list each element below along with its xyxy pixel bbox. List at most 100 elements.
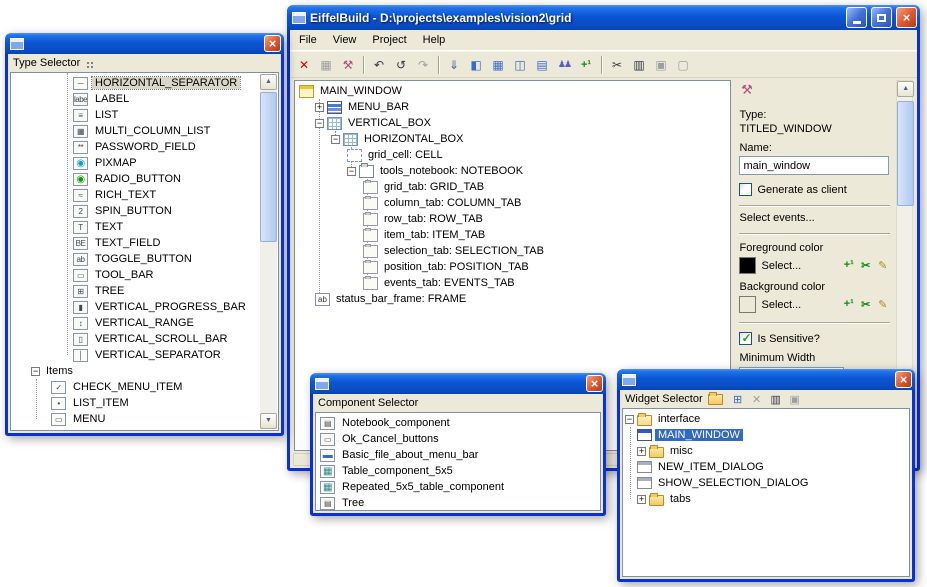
scroll-down-icon[interactable] [260,413,277,429]
type-row[interactable]: 2 SPIN_BUTTON [11,203,278,219]
scrollbar-thumb[interactable] [897,101,914,206]
close-button[interactable] [586,375,603,392]
scroll-up-icon[interactable] [260,74,277,90]
close-button[interactable] [895,371,912,388]
type-row[interactable]: ▯ VERTICAL_SCROLL_BAR [11,331,278,347]
scissors-icon[interactable]: ✂ [858,298,873,311]
add-constant-icon[interactable]: +¹ [576,55,596,75]
component-row[interactable]: ▭ Ok_Cancel_buttons [316,431,600,447]
collapse-icon[interactable] [31,367,40,376]
type-row[interactable]: ▮ VERTICAL_PROGRESS_BAR [11,299,278,315]
component-row[interactable]: ▬ Basic_file_about_menu_bar [316,447,600,463]
tree-row[interactable]: selection_tab: SELECTION_TAB [295,243,730,259]
component-row[interactable]: ▤ Tree [316,495,600,511]
generate-client-checkbox[interactable]: Generate as client [739,183,890,196]
tree-row[interactable]: item_tab: ITEM_TAB [295,227,730,243]
add-widget-icon[interactable]: ⊞ [731,393,745,406]
pick-tool-icon[interactable]: ⚒ [739,82,754,98]
type-row[interactable]: ✓ CHECK_MENU_ITEM [11,379,278,395]
type-row[interactable]: ◉ RADIO_BUTTON [11,171,278,187]
component-row[interactable]: ▦ Table_component_5x5 [316,463,600,479]
paste-icon[interactable]: ▣ [651,55,671,75]
is-sensitive-checkbox[interactable]: Is Sensitive? [739,332,890,345]
generate-icon[interactable]: ⇓ [444,55,464,75]
type-row[interactable]: ▭ TOOL_BAR [11,267,278,283]
copy-icon[interactable]: ▥ [629,55,649,75]
tree-row[interactable]: tools_notebook: NOTEBOOK [295,163,730,179]
titlebar[interactable]: EiffelBuild - D:\projects\examples\visio… [287,5,920,30]
widget-row[interactable]: tabs [623,491,909,507]
cut-icon[interactable]: ✂ [607,55,627,75]
titlebar[interactable] [310,373,606,394]
type-row[interactable]: ─ HORIZONTAL_SEPARATOR [11,75,278,91]
widget-row[interactable]: misc [623,443,909,459]
layout-left-icon[interactable]: ◧ [466,55,486,75]
pencil-icon[interactable]: ✎ [875,259,890,272]
tree-row[interactable]: grid_cell: CELL [295,147,730,163]
type-row[interactable]: ≡ LIST [11,107,278,123]
type-row[interactable]: • LIST_ITEM [11,395,278,411]
tree-row[interactable]: column_tab: COLUMN_TAB [295,195,730,211]
type-row[interactable]: ▭ MENU [11,411,278,427]
background-select-button[interactable]: Select... [761,299,801,311]
items-group-row[interactable]: Items [11,363,278,379]
type-row[interactable]: ↕ VERTICAL_RANGE [11,315,278,331]
history-icon[interactable]: ↺ [391,55,411,75]
add-constant-icon[interactable]: +¹ [841,298,856,311]
collapse-icon[interactable] [347,167,356,176]
tree-row[interactable]: grid_tab: GRID_TAB [295,179,730,195]
type-row[interactable]: label LABEL [11,91,278,107]
new-folder-icon[interactable] [708,394,723,405]
type-row[interactable]: ⊞ TREE [11,283,278,299]
close-button[interactable] [264,35,281,52]
foreground-swatch[interactable] [739,257,756,274]
menu-project[interactable]: Project [365,32,413,48]
tree-row[interactable]: MENU_BAR [295,99,730,115]
type-row[interactable]: ** PASSWORD_FIELD [11,139,278,155]
menu-help[interactable]: Help [416,32,453,48]
tree-row[interactable]: HORIZONTAL_BOX [295,131,730,147]
type-row[interactable]: ▦ MULTI_COLUMN_LIST [11,123,278,139]
paste-icon[interactable]: ▣ [788,393,802,406]
type-scrollbar[interactable] [260,74,277,429]
expand-icon[interactable] [315,103,324,112]
undo-icon[interactable]: ↶ [369,55,389,75]
scroll-up-icon[interactable] [897,81,914,97]
collapse-icon[interactable] [315,119,324,128]
layout-split-icon[interactable]: ◫ [510,55,530,75]
widget-row[interactable]: MAIN_WINDOW [623,427,909,443]
widget-row[interactable]: interface [623,411,909,427]
scrollbar-thumb[interactable] [260,92,277,242]
layout-rows-icon[interactable]: ▤ [532,55,552,75]
tree-row[interactable]: position_tab: POSITION_TAB [295,259,730,275]
type-row[interactable]: T TEXT [11,219,278,235]
expand-icon[interactable] [637,495,646,504]
menu-file[interactable]: File [292,32,324,48]
close-button[interactable] [896,7,917,28]
component-row[interactable]: ▤ Notebook_component [316,415,600,431]
save-icon[interactable]: ▦ [316,55,336,75]
collapse-icon[interactable] [625,415,634,424]
add-constant-icon[interactable]: +¹ [841,259,856,272]
tree-row[interactable]: row_tab: ROW_TAB [295,211,730,227]
paste-special-icon[interactable]: ▢ [673,55,693,75]
layout-grid-icon[interactable]: ▦ [488,55,508,75]
redo-icon[interactable]: ↷ [413,55,433,75]
copy-icon[interactable]: ▥ [769,393,783,406]
maximize-button[interactable] [871,7,892,28]
users-icon[interactable]: ♟♟ [554,55,574,75]
background-swatch[interactable] [739,296,756,313]
remove-widget-icon[interactable]: ✕ [750,393,764,406]
tree-row[interactable]: status_bar_frame: FRAME [295,291,730,307]
collapse-icon[interactable] [331,135,340,144]
type-row[interactable]: ◉ PIXMAP [11,155,278,171]
type-row[interactable]: ab TOGGLE_BUTTON [11,251,278,267]
expand-icon[interactable] [637,447,646,456]
widget-row[interactable]: NEW_ITEM_DIALOG [623,459,909,475]
minimize-button[interactable] [846,7,867,28]
pencil-icon[interactable]: ✎ [875,298,890,311]
tree-row[interactable]: events_tab: EVENTS_TAB [295,275,730,291]
titlebar[interactable] [617,369,915,390]
build-icon[interactable]: ⚒ [338,55,358,75]
type-row[interactable]: │ VERTICAL_SEPARATOR [11,347,278,363]
